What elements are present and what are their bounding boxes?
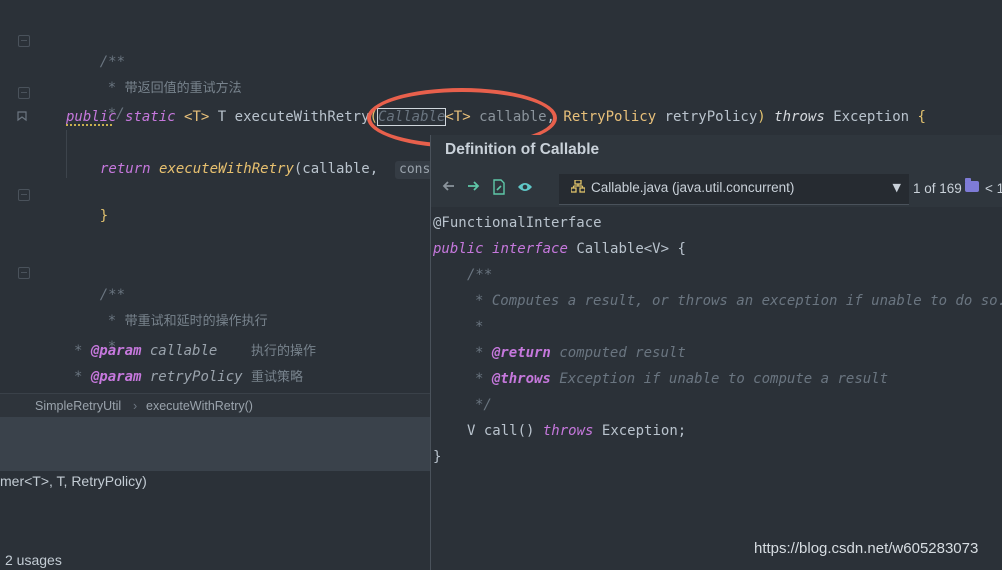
code-line: } bbox=[66, 183, 108, 224]
doc-comment-text: 带返回值的重试方法 bbox=[124, 81, 242, 96]
javadoc-param-tag: @param bbox=[90, 343, 142, 359]
popup-header[interactable]: Definition of Callable bbox=[431, 135, 1002, 171]
code-line: public interface Callable<V> { bbox=[433, 241, 686, 257]
fold-marker-icon[interactable] bbox=[18, 35, 30, 47]
breadcrumb-method[interactable]: executeWithRetry() bbox=[146, 394, 253, 418]
return-type: T bbox=[217, 109, 227, 125]
code-line: /** bbox=[66, 29, 125, 70]
file-selector-dropdown[interactable]: Callable.java (java.util.concurrent) ▼ bbox=[559, 174, 909, 205]
code-line: * Computes a result, or throws an except… bbox=[475, 293, 1002, 309]
override-gutter-icon[interactable] bbox=[16, 110, 32, 124]
code-line: * bbox=[475, 319, 484, 335]
arrow-left-icon[interactable] bbox=[441, 179, 457, 197]
definition-counter: 1 of 169 bbox=[913, 181, 962, 196]
code-line: * @param retryPolicy 重试策略 bbox=[74, 369, 304, 385]
file-edit-icon[interactable] bbox=[491, 179, 507, 197]
code-line: * 带重试和延时的操作执行 bbox=[107, 313, 268, 329]
method-name[interactable]: executeWithRetry bbox=[235, 109, 370, 125]
return-line[interactable]: return executeWithRetry(callable, consu bbox=[100, 158, 443, 180]
code-line: * 带返回值的重试方法 bbox=[107, 80, 242, 96]
popup-title: Definition of Callable bbox=[445, 141, 600, 158]
code-line: } bbox=[433, 449, 442, 465]
retry-policy-type[interactable]: RetryPolicy bbox=[563, 109, 656, 125]
keyword-throws: throws bbox=[774, 109, 825, 125]
usage-signature[interactable]: mer<T>, T, RetryPolicy) bbox=[0, 473, 147, 489]
arrow-right-icon[interactable] bbox=[465, 179, 481, 197]
keyword-public: public bbox=[66, 109, 117, 125]
class-structure-icon bbox=[570, 179, 586, 197]
keyword-static: static bbox=[125, 109, 176, 125]
exception-type[interactable]: Exception bbox=[833, 109, 909, 125]
popup-toolbar: Callable.java (java.util.concurrent) ▼ 1… bbox=[431, 171, 1002, 207]
code-line: * bbox=[107, 339, 117, 355]
method-call[interactable]: executeWithRetry bbox=[159, 161, 294, 177]
doc-comment-text: 带重试和延时的操作执行 bbox=[124, 314, 268, 329]
selected-usage-row[interactable] bbox=[0, 417, 430, 471]
file-label: Callable.java (java.util.concurrent) bbox=[591, 180, 795, 195]
interface-declaration: Callable<V> { bbox=[576, 241, 686, 257]
fold-marker-icon[interactable] bbox=[18, 189, 30, 201]
indent-guide bbox=[66, 130, 67, 178]
eye-icon[interactable] bbox=[517, 179, 533, 197]
definition-code[interactable]: @FunctionalInterface public interface Ca… bbox=[431, 207, 1002, 570]
breadcrumb-separator: › bbox=[133, 399, 138, 413]
code-line: */ bbox=[475, 397, 492, 413]
code-line: * @return computed result bbox=[475, 345, 686, 361]
breadcrumb: SimpleRetryUtil › executeWithRetry() bbox=[0, 393, 430, 418]
breadcrumb-class[interactable]: SimpleRetryUtil bbox=[35, 394, 121, 418]
javadoc-return-tag: @return bbox=[491, 345, 551, 361]
usages-panel: mer<T>, T, RetryPolicy) 2 usages bbox=[0, 471, 430, 570]
javadoc-param-tag: @param bbox=[90, 369, 142, 385]
code-line: * @throws Exception if unable to compute… bbox=[475, 371, 889, 387]
chevron-down-icon[interactable]: ▼ bbox=[893, 181, 901, 194]
code-line: */ bbox=[74, 81, 125, 122]
retry-policy-param: retryPolicy bbox=[664, 109, 758, 125]
usage-count[interactable]: 2 usages bbox=[5, 552, 62, 568]
fold-marker-icon[interactable] bbox=[18, 267, 30, 279]
code-line: /** bbox=[467, 267, 493, 283]
code-line: V call() throws Exception; bbox=[467, 423, 687, 439]
folder-icon[interactable] bbox=[965, 178, 979, 192]
closing-brace: } bbox=[99, 208, 109, 224]
watermark: https://blog.csdn.net/w605283073 bbox=[754, 540, 979, 557]
code-line: * @param callable 执行的操作 bbox=[74, 343, 317, 359]
annotation: @FunctionalInterface bbox=[433, 215, 602, 231]
fold-marker-icon[interactable] bbox=[18, 87, 30, 99]
method-declaration: V call() bbox=[467, 423, 535, 439]
code-line: /** bbox=[99, 287, 126, 303]
code-line: @FunctionalInterface bbox=[433, 210, 602, 236]
nav-prev-button[interactable]: < 1 bbox=[985, 181, 1002, 196]
keyword-return: return bbox=[100, 161, 151, 177]
javadoc-throws-tag: @throws bbox=[491, 371, 551, 387]
type-parameter: <T> bbox=[184, 109, 210, 125]
definition-popup[interactable]: Definition of Callable Callable.java (ja… bbox=[430, 135, 1002, 570]
